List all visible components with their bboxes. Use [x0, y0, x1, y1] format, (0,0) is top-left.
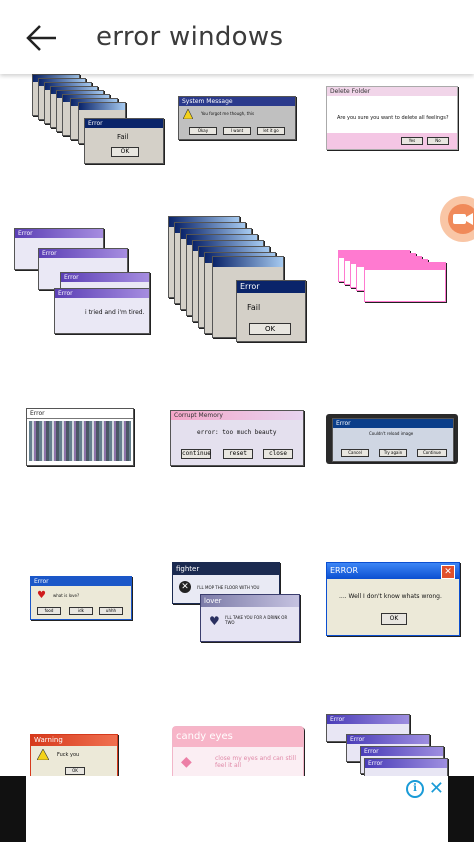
window-title: Error [27, 409, 133, 419]
fighter-window-title: fighter [173, 563, 279, 575]
page-title: error windows [96, 22, 284, 52]
ad-banner[interactable]: i ✕ [26, 776, 448, 842]
heart-icon: ♥ [209, 614, 220, 628]
window-text: Are you sure you want to delete all feel… [337, 115, 449, 121]
ok-button: OK [381, 613, 407, 625]
top-app-bar: error windows [0, 0, 474, 74]
window-title: System Message [179, 97, 295, 106]
grid-image-stacked-fail-2[interactable]: Error Fail OK [168, 216, 308, 342]
close-button: close [263, 449, 293, 459]
warning-icon [183, 109, 193, 119]
window-title: Error [39, 249, 127, 258]
window-title: Error [347, 735, 429, 744]
window-title: Error [327, 715, 409, 724]
continue-button: Continue [417, 449, 447, 457]
window-title: Error [361, 747, 443, 756]
okay-button: Okay [189, 127, 217, 135]
yes-button: Yes [401, 137, 423, 145]
no-button: No [427, 137, 449, 145]
heart-icon: ♥ [37, 590, 46, 601]
candy-icon: ◆ [181, 754, 192, 770]
lover-window-title: lover [201, 595, 299, 607]
arrow-left-icon [26, 25, 56, 51]
info-icon[interactable]: i [406, 780, 424, 798]
let-go-button: let it go [257, 127, 285, 135]
window-title: Error [61, 273, 149, 282]
lover-window-text: I'LL TAKE YOU FOR A DRINK OR TWO [225, 615, 288, 625]
reset-button: reset [223, 449, 253, 459]
cancel-button: Cancel [341, 449, 369, 457]
window-title: Delete Folder [327, 87, 457, 96]
window-title: Error [15, 229, 103, 238]
try-again-button: Try again [379, 449, 407, 457]
window-title: Corrupt Memory [171, 411, 303, 420]
grid-image-pink-stack[interactable] [338, 250, 448, 304]
window-text: You forgot me though, this [201, 111, 255, 116]
fighter-window-text: I'LL MOP THE FLOOR WITH YOU [197, 585, 260, 590]
close-icon: ✕ [441, 565, 455, 579]
grid-image-candy-eyes[interactable]: candy eyes ◆ close my eyes and can still… [172, 726, 304, 776]
close-icon[interactable]: ✕ [429, 778, 444, 799]
window-title: candy eyes [173, 727, 303, 747]
x-circle-icon: ✕ [179, 581, 191, 593]
want-button: I want [223, 127, 251, 135]
grid-image-what-is-love[interactable]: Error ♥ what is love? food idk uhhh [30, 576, 134, 622]
grid-image-corrupt-memory[interactable]: Corrupt Memory error: too much beauty co… [170, 410, 304, 468]
ok-button: OK [65, 767, 85, 775]
video-camera-icon [448, 204, 474, 234]
window-text: Fail [247, 303, 261, 312]
window-title: Error [237, 281, 305, 293]
idk-button: idk [69, 607, 93, 615]
window-text: what is love? [53, 593, 80, 598]
uhhh-button: uhhh [99, 607, 123, 615]
grid-image-dark-error[interactable]: Error Couldn't reload image Cancel Try a… [326, 414, 458, 466]
grid-image-fighter-lover[interactable]: fighter ✕ I'LL MOP THE FLOOR WITH YOU lo… [172, 562, 302, 658]
window-text: Fuck you [57, 752, 80, 758]
continue-button: continue [181, 449, 211, 459]
image-grid: Error Fail OK System Message You forgot … [0, 74, 474, 776]
food-button: food [37, 607, 61, 615]
warning-icon [37, 749, 49, 760]
grid-image-system-message[interactable]: System Message You forgot me though, thi… [178, 96, 296, 140]
window-text: error: too much beauty [197, 429, 277, 436]
grid-image-warning[interactable]: Warning Fuck you OK [30, 734, 120, 776]
window-text: i tried and i'm tired. [85, 309, 145, 316]
window-text: Couldn't reload image [369, 431, 414, 436]
window-title: Error [85, 119, 163, 128]
window-title: Error [55, 289, 149, 298]
window-title: Error [333, 419, 453, 428]
window-text: .... Well I don't know whats wrong. [339, 593, 442, 600]
window-title: Error [365, 759, 447, 768]
ok-button: OK [111, 147, 139, 157]
grid-image-dont-know[interactable]: ERROR ✕ .... Well I don't know whats wro… [326, 562, 460, 638]
window-text: Fail [117, 133, 129, 141]
back-button[interactable] [22, 20, 62, 56]
window-text: close my eyes and can still feel it all [215, 755, 296, 769]
window-title: ERROR [327, 563, 459, 579]
ok-button: OK [249, 323, 291, 335]
window-title: Error [31, 577, 131, 586]
grid-image-glitch[interactable]: Error [26, 408, 136, 468]
grid-image-stacked-fail[interactable]: Error Fail OK [32, 74, 164, 166]
grid-image-delete-feelings[interactable]: Delete Folder Are you sure you want to d… [326, 86, 458, 152]
grid-image-blue-purple-errors[interactable]: Error Error Error Error [326, 714, 452, 776]
window-title: Warning [31, 735, 117, 746]
grid-image-purple-errors[interactable]: Error Error Error Error i tried and i'm … [14, 228, 150, 334]
